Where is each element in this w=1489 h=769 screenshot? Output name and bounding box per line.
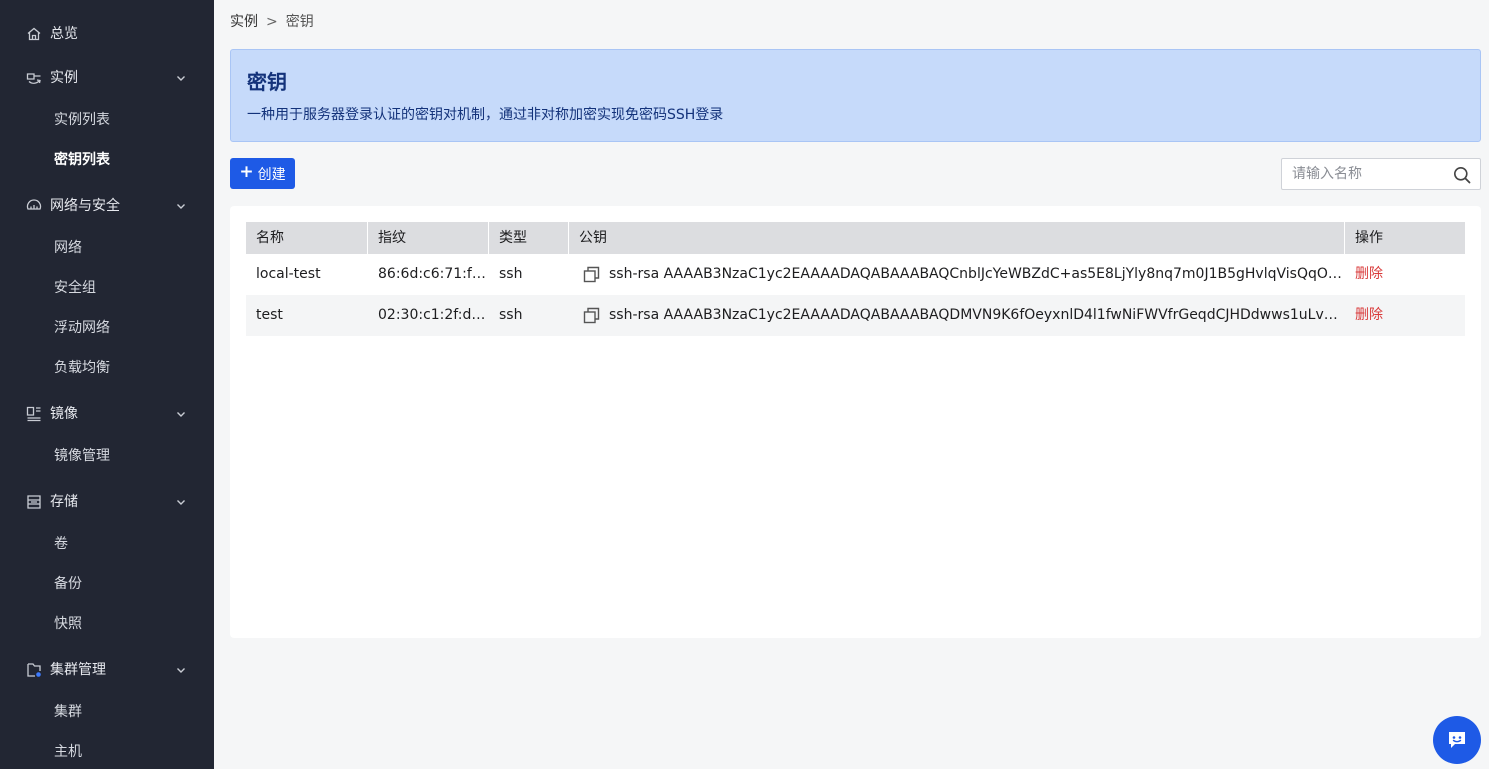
nav-network-item-label: 网络	[54, 240, 82, 256]
plus-icon: +	[239, 162, 254, 182]
search-box	[1281, 158, 1481, 190]
image-icon	[26, 406, 41, 422]
nav-instance-list-label: 实例列表	[54, 112, 110, 128]
cell-fingerprint: 86:6d:c6:71:f…	[378, 266, 486, 282]
nav-instance-list[interactable]: 实例列表	[0, 100, 214, 140]
nav-snapshot[interactable]: 快照	[0, 604, 214, 644]
breadcrumb-current: 密钥	[285, 14, 314, 30]
cell-fingerprint: 02:30:c1:2f:d…	[378, 307, 486, 323]
nav-host-label: 主机	[54, 744, 82, 760]
public-key-text: ssh-rsa AAAAB3NzaC1yc2EAAAADAQABAAABAQDM…	[609, 307, 1345, 323]
nav-network-item[interactable]: 网络	[0, 228, 214, 268]
nav-network-label: 网络与安全	[50, 198, 120, 214]
nav-load-balancer-label: 负载均衡	[54, 360, 110, 376]
cell-actions: 删除	[1345, 295, 1465, 336]
nav-cluster[interactable]: 集群	[0, 692, 214, 732]
create-button-label: 创建	[257, 166, 286, 183]
nav-instance[interactable]: 实例	[0, 58, 214, 98]
sidebar: 总览 实例 实例列表 密钥列表 网络与安全 网络 安全组 浮动网络 负载均衡 镜…	[0, 0, 214, 769]
page-title: 密钥	[247, 70, 287, 94]
nav-overview[interactable]: 总览	[0, 14, 214, 54]
column-header-fingerprint: 指纹	[368, 222, 489, 254]
column-header-actions: 操作	[1355, 230, 1383, 246]
breadcrumb: 实例 > 密钥	[230, 12, 314, 32]
chevron-down-icon	[177, 204, 185, 209]
nav-image-management-label: 镜像管理	[54, 448, 110, 464]
instance-icon	[26, 73, 41, 84]
cell-type: ssh	[499, 266, 523, 282]
chat-icon	[1449, 732, 1465, 748]
nav-storage[interactable]: 存储	[0, 482, 214, 522]
table-row: local-test 86:6d:c6:71:f… ssh ssh-rsa AA…	[246, 254, 1465, 295]
cell-public-key: ssh-rsa AAAAB3NzaC1yc2EAAAADAQABAAABAQDM…	[569, 295, 1345, 336]
column-header-type: 类型	[489, 222, 569, 254]
nav-network[interactable]: 网络与安全	[0, 186, 214, 226]
nav-instance-label: 实例	[50, 70, 78, 86]
nav-security-group-label: 安全组	[54, 280, 96, 296]
chat-support-button[interactable]	[1433, 716, 1481, 764]
table-header: 名称 指纹 类型 公钥 操作	[246, 222, 1465, 254]
chevron-down-icon	[177, 76, 185, 81]
nav-volume-label: 卷	[54, 536, 68, 552]
nav-keypair-list-label: 密钥列表	[54, 152, 110, 168]
copy-icon[interactable]	[583, 307, 600, 324]
column-header-public-key: 公钥	[569, 222, 1345, 254]
home-icon	[27, 27, 41, 41]
nav-security-group[interactable]: 安全组	[0, 268, 214, 308]
table-row: test 02:30:c1:2f:d… ssh ssh-rsa AAAAB3Nz…	[246, 295, 1465, 336]
nav-snapshot-label: 快照	[54, 616, 82, 632]
chevron-down-icon	[177, 500, 185, 505]
nav-floating-network[interactable]: 浮动网络	[0, 308, 214, 348]
public-key-text: ssh-rsa AAAAB3NzaC1yc2EAAAADAQABAAABAQCn…	[609, 266, 1345, 282]
nav-cluster-management-label: 集群管理	[50, 662, 106, 678]
cell-name: local-test	[256, 266, 321, 282]
cluster-icon	[27, 663, 41, 677]
delete-link[interactable]: 删除	[1355, 266, 1383, 282]
nav-overview-label: 总览	[50, 26, 78, 42]
create-button[interactable]: + 创建	[230, 158, 295, 189]
nav-cluster-label: 集群	[54, 704, 82, 720]
info-banner: 密钥 一种用于服务器登录认证的密钥对机制，通过非对称加密实现免密码SSH登录	[230, 49, 1481, 142]
chevron-down-icon	[177, 668, 185, 673]
keypair-table-panel: 名称 指纹 类型 公钥 操作 local-test 86:6d:c6:71:f……	[230, 206, 1481, 638]
breadcrumb-parent[interactable]: 实例	[230, 12, 258, 32]
network-icon	[26, 199, 42, 210]
nav-volume[interactable]: 卷	[0, 524, 214, 564]
nav-backup-label: 备份	[54, 576, 82, 592]
cell-name: test	[256, 307, 283, 323]
nav-storage-label: 存储	[50, 494, 78, 510]
cell-type: ssh	[499, 307, 523, 323]
nav-image[interactable]: 镜像	[0, 394, 214, 434]
nav-keypair-list[interactable]: 密钥列表	[0, 140, 214, 180]
chevron-down-icon	[177, 412, 185, 417]
cell-actions: 删除	[1345, 254, 1465, 295]
search-input[interactable]	[1282, 159, 1447, 189]
nav-image-management[interactable]: 镜像管理	[0, 436, 214, 476]
nav-backup[interactable]: 备份	[0, 564, 214, 604]
nav-load-balancer[interactable]: 负载均衡	[0, 348, 214, 388]
nav-host[interactable]: 主机	[0, 732, 214, 769]
page-description: 一种用于服务器登录认证的密钥对机制，通过非对称加密实现免密码SSH登录	[247, 107, 724, 123]
breadcrumb-separator: >	[266, 14, 278, 30]
delete-link[interactable]: 删除	[1355, 307, 1383, 323]
nav-cluster-management[interactable]: 集群管理	[0, 650, 214, 690]
copy-icon[interactable]	[583, 266, 600, 283]
nav-image-label: 镜像	[50, 406, 78, 422]
search-icon[interactable]	[1453, 166, 1471, 184]
nav-floating-network-label: 浮动网络	[54, 320, 110, 336]
column-header-name: 名称	[246, 222, 368, 254]
cell-public-key: ssh-rsa AAAAB3NzaC1yc2EAAAADAQABAAABAQCn…	[569, 254, 1345, 295]
storage-icon	[27, 495, 41, 509]
